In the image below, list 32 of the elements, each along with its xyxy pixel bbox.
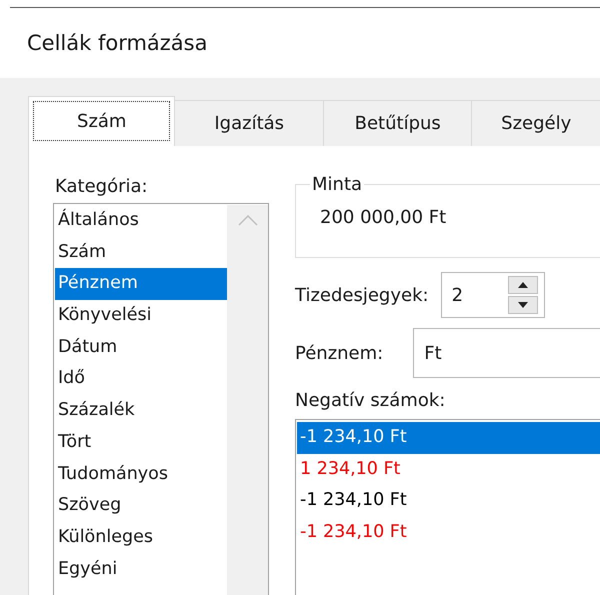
list-item[interactable]: Egyéni [55,554,227,586]
list-item[interactable]: -1 234,10 Ft [297,422,600,454]
scrollbar[interactable] [227,205,268,595]
negative-numbers-label: Negatív számok: [295,389,446,411]
list-item[interactable]: Különleges [55,522,227,554]
increment-button[interactable] [508,276,538,294]
list-item[interactable]: Általános [55,205,227,237]
triangle-up-icon [518,282,528,288]
list-item[interactable]: Pénznem [55,268,227,300]
list-item[interactable]: Tudományos [55,458,227,490]
list-item[interactable]: Szám [55,236,227,268]
triangle-down-icon [518,302,528,308]
list-item[interactable]: -1 234,10 Ft [297,485,600,518]
list-item[interactable]: -1 234,10 Ft [297,517,600,549]
sample-label: Minta [311,174,364,195]
tab[interactable]: Szám [28,96,176,146]
sample-value: 200 000,00 Ft [320,207,448,228]
currency-label: Pénznem: [295,342,384,364]
window-title: Cellák formázása [26,30,208,57]
list-item[interactable]: Dátum [55,332,227,364]
currency-dropdown[interactable]: Ft [413,328,600,378]
spinner-value: 2 [452,284,464,306]
list-item[interactable]: Könyvelési [55,300,227,332]
decrement-button[interactable] [508,296,538,314]
list-item[interactable]: Szöveg [55,490,227,522]
decimals-label: Tizedesjegyek: [295,284,430,306]
list-item[interactable]: Százalék [55,395,227,427]
list-item[interactable]: 1 234,10 Ft [297,454,600,486]
list-item[interactable]: Idő [55,363,227,396]
category-label: Kategória: [54,175,149,199]
list-item[interactable]: Tört [55,426,227,458]
decimals-spinner[interactable]: 2 [440,272,545,318]
